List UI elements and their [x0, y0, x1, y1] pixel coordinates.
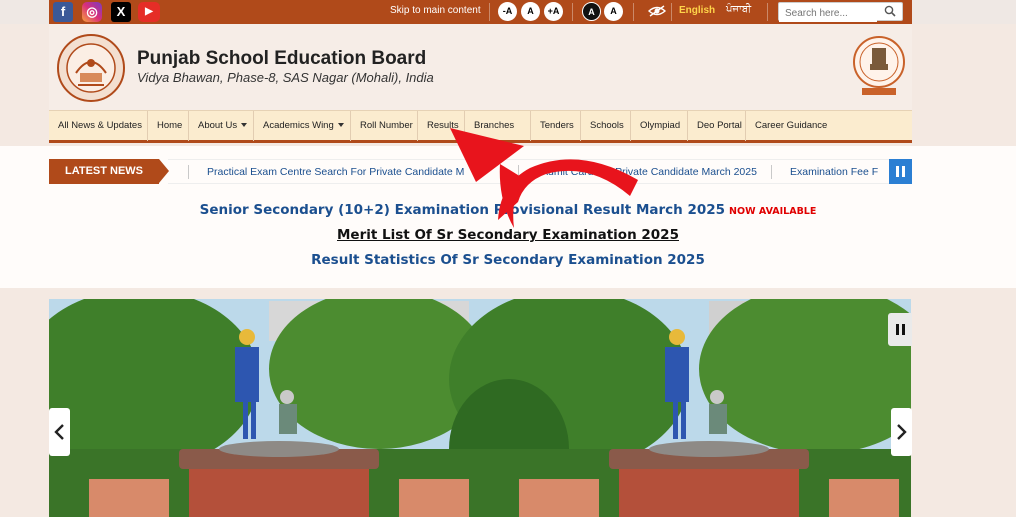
main-nav: All News & Updates Home About Us Academi…	[49, 110, 912, 143]
x-icon[interactable]: X	[111, 2, 131, 22]
nav-item-label: Schools	[590, 120, 624, 131]
top-bar-inner: f ◎ X ▶ Skip to main content -A A +A A A…	[49, 0, 912, 24]
divider	[572, 3, 573, 21]
divider	[767, 3, 768, 21]
nav-item-label: Deo Portal	[697, 120, 742, 131]
chevron-down-icon	[337, 123, 344, 128]
ticker-pause-button[interactable]	[889, 159, 912, 184]
font-normal-button[interactable]: A	[521, 2, 540, 21]
nav-item-label: Career Guidance	[755, 120, 828, 131]
pause-icon	[895, 324, 899, 335]
nav-item-label: Tenders	[540, 120, 574, 131]
news-ticker: Practical Exam Centre Search For Private…	[168, 159, 889, 184]
slide-image	[49, 299, 911, 517]
divider	[633, 3, 634, 21]
chevron-left-icon	[54, 424, 64, 440]
site-header: Punjab School Education Board Vidya Bhaw…	[49, 24, 912, 110]
slider-next-button[interactable]	[891, 408, 912, 456]
nav-item-academics-wing[interactable]: Academics Wing	[254, 111, 351, 141]
nav-item-label: Branches	[474, 120, 515, 131]
nav-item-label: Results	[427, 120, 459, 131]
font-increase-button[interactable]: +A	[544, 2, 563, 21]
skip-to-main-link[interactable]: Skip to main content	[390, 5, 481, 16]
divider	[489, 3, 490, 21]
search-input[interactable]	[779, 5, 877, 22]
news-item[interactable]: Practical Exam Centre Search For Private…	[207, 166, 464, 178]
nav-item-all-news[interactable]: All News & Updates	[49, 111, 148, 141]
nav-item-label: All News & Updates	[58, 120, 142, 131]
low-vision-icon[interactable]	[646, 4, 668, 20]
slider-pause-button[interactable]	[888, 313, 912, 346]
search-icon[interactable]	[884, 5, 896, 17]
merit-list-link[interactable]: Merit List Of Sr Secondary Examination 2…	[0, 227, 1016, 243]
state-emblem-logo	[853, 36, 905, 95]
pause-icon	[901, 324, 905, 335]
nav-item-career-guidance[interactable]: Career Guidance	[746, 111, 836, 141]
news-item[interactable]: Admit Card For Private Candidate March 2…	[541, 166, 757, 178]
announcement-result-link[interactable]: Senior Secondary (10+2) Examination Prov…	[0, 202, 1016, 218]
nav-item-branches[interactable]: Branches	[465, 111, 531, 141]
nav-item-label: Olympiad	[640, 120, 681, 131]
chevron-right-icon	[897, 424, 907, 440]
image-slider	[49, 299, 911, 517]
nav-item-label: Home	[157, 120, 183, 131]
dark-contrast-button[interactable]: A	[582, 2, 601, 21]
pseb-logo[interactable]	[56, 33, 126, 103]
facebook-icon[interactable]: f	[53, 2, 73, 22]
nav-item-roll-number[interactable]: Roll Number	[351, 111, 418, 141]
pause-icon	[896, 166, 899, 177]
nav-item-about-us[interactable]: About Us	[189, 111, 254, 141]
nav-item-schools[interactable]: Schools	[581, 111, 631, 141]
nav-item-label: About Us	[198, 120, 238, 131]
nav-item-home[interactable]: Home	[148, 111, 189, 141]
now-available-badge: NOW AVAILABLE	[729, 206, 817, 217]
top-bar: f ◎ X ▶ Skip to main content -A A +A A A…	[0, 0, 1016, 24]
result-statistics-link[interactable]: Result Statistics Of Sr Secondary Examin…	[0, 252, 1016, 268]
search-box	[778, 2, 903, 22]
nav-item-deo-portal[interactable]: Deo Portal	[688, 111, 746, 141]
chevron-down-icon	[241, 123, 248, 128]
instagram-icon[interactable]: ◎	[82, 2, 102, 22]
pause-icon	[902, 166, 905, 177]
nav-item-label: Roll Number	[360, 120, 413, 131]
slider-prev-button[interactable]	[49, 408, 70, 456]
light-contrast-button[interactable]: A	[604, 2, 623, 21]
font-decrease-button[interactable]: -A	[498, 2, 517, 21]
youtube-icon[interactable]: ▶	[138, 2, 160, 22]
nav-item-results[interactable]: Results	[418, 111, 465, 141]
nav-item-olympiad[interactable]: Olympiad	[631, 111, 688, 141]
announcement-text: Senior Secondary (10+2) Examination Prov…	[199, 202, 726, 218]
main-content: LATEST NEWS Practical Exam Centre Search…	[0, 146, 1016, 288]
nav-item-tenders[interactable]: Tenders	[531, 111, 581, 141]
site-title: Punjab School Education Board	[137, 48, 427, 69]
site-subtitle: Vidya Bhawan, Phase-8, SAS Nagar (Mohali…	[137, 70, 434, 85]
divider	[671, 3, 672, 21]
ticker-divider	[518, 165, 519, 179]
ticker-divider	[188, 165, 189, 179]
news-item[interactable]: Examination Fee F	[790, 166, 878, 178]
lang-punjabi-link[interactable]: ਪੰਜਾਬੀ	[726, 4, 751, 15]
lang-english-link[interactable]: English	[679, 5, 715, 16]
nav-item-label: Academics Wing	[263, 120, 334, 131]
latest-news-label: LATEST NEWS	[49, 159, 169, 184]
ticker-divider	[771, 165, 772, 179]
